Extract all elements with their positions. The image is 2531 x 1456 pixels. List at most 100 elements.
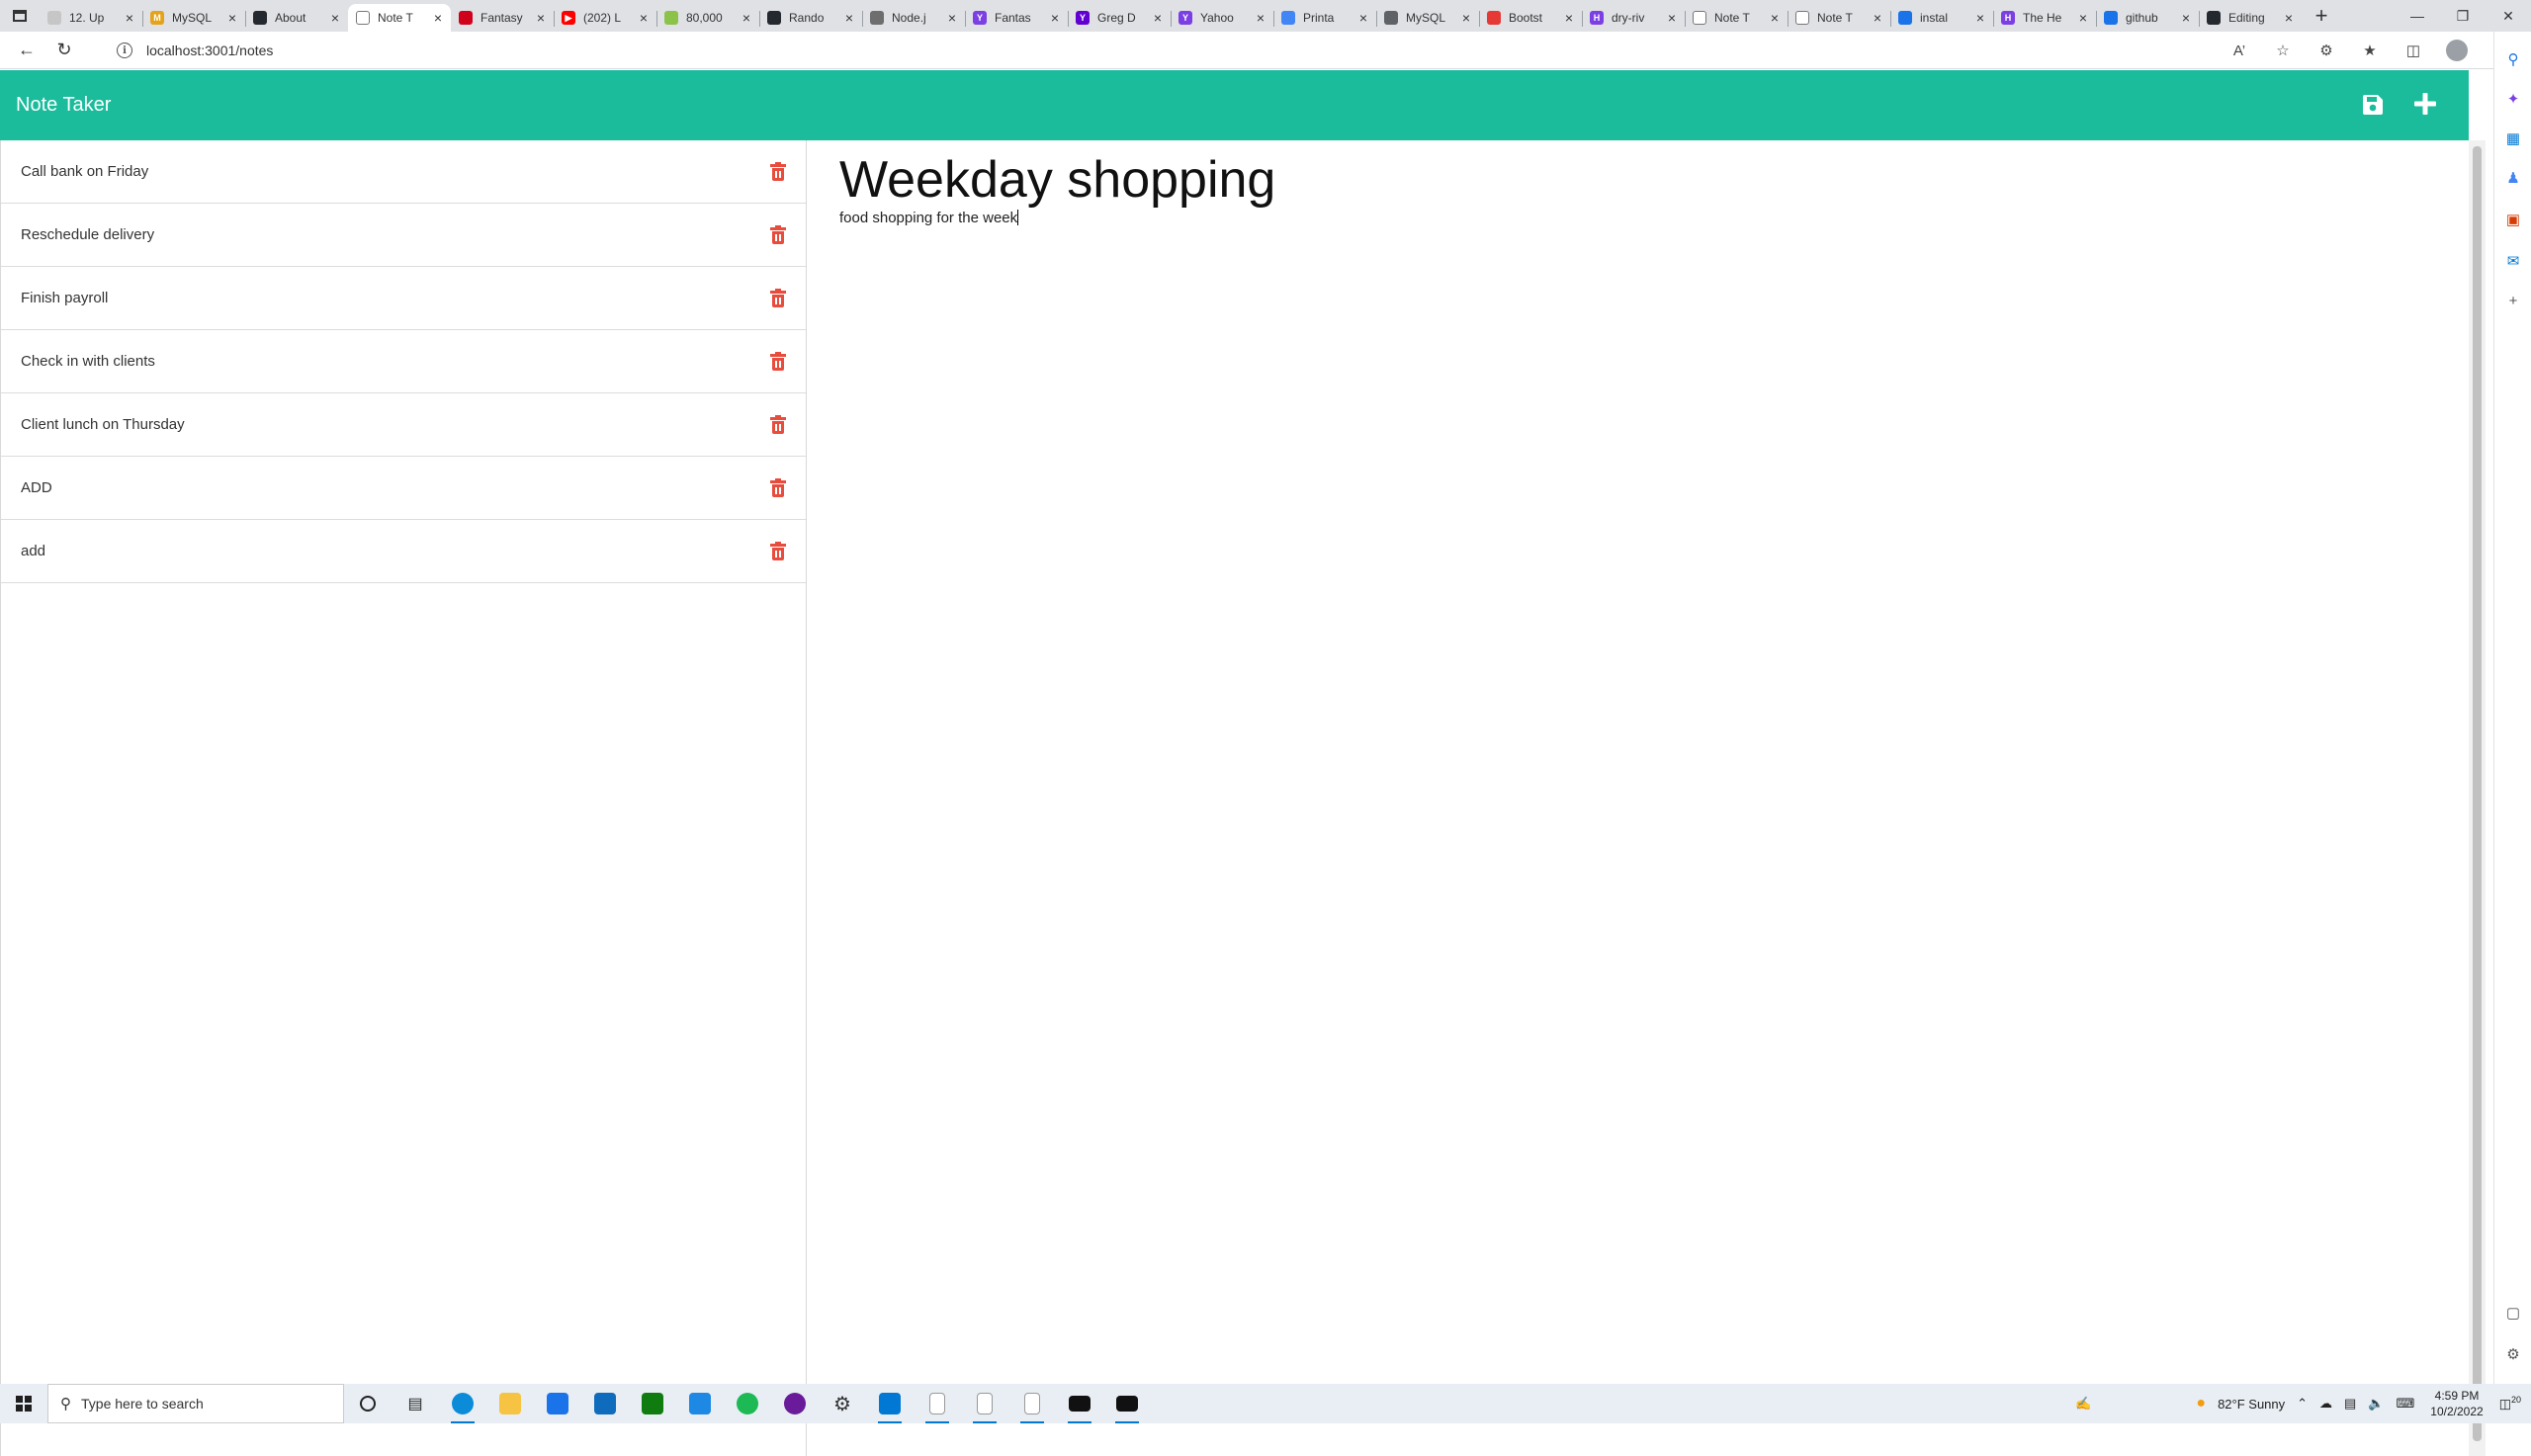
browser-tab[interactable]: 12. Up × (40, 4, 142, 32)
tray-overflow-icon[interactable]: ⌃ (2297, 1396, 2308, 1412)
file-explorer-icon[interactable] (486, 1384, 534, 1423)
scrollbar-thumb[interactable] (2473, 146, 2482, 1441)
new-note-icon[interactable] (2410, 89, 2440, 119)
note-text-area[interactable]: food shopping for the week (839, 210, 2421, 227)
note-list-item[interactable]: Finish payroll (1, 267, 806, 330)
clock[interactable]: 4:59 PM 10/2/2022 (2430, 1388, 2483, 1419)
tab-title[interactable]: MySQL (1406, 11, 1459, 25)
tab-title[interactable]: 12. Up (69, 11, 123, 25)
file-icon[interactable] (914, 1384, 961, 1423)
delete-note-icon[interactable] (770, 351, 786, 372)
note-list-item[interactable]: Check in with clients (1, 330, 806, 393)
sidebar-layout-icon[interactable]: ▢ (2503, 1303, 2523, 1323)
note-list-item-title[interactable]: ADD (21, 479, 52, 496)
close-tab-icon[interactable]: × (1665, 11, 1679, 25)
address-bar[interactable]: i localhost:3001/notes (103, 36, 2268, 65)
browser-tab[interactable]: Note T × (1685, 4, 1788, 32)
browser-tab[interactable]: Editing × (2199, 4, 2302, 32)
browser-tab[interactable]: H The He × (1993, 4, 2096, 32)
browser-tab[interactable]: github × (2096, 4, 2199, 32)
tab-title[interactable]: Rando (789, 11, 842, 25)
add-sidebar-app-icon[interactable]: + (2503, 291, 2523, 310)
save-note-icon[interactable] (2359, 91, 2387, 119)
minimize-button[interactable]: — (2395, 0, 2440, 32)
delete-note-icon[interactable] (770, 477, 786, 498)
browser-tab[interactable]: Y Yahoo × (1171, 4, 1273, 32)
spotify-icon[interactable] (724, 1384, 771, 1423)
app-icon[interactable] (676, 1384, 724, 1423)
browser-tab[interactable]: M MySQL × (142, 4, 245, 32)
notifications-icon[interactable]: ◫20 (2499, 1395, 2521, 1412)
note-list-item-title[interactable]: Reschedule delivery (21, 226, 154, 243)
weather-icon[interactable]: ● (2196, 1395, 2206, 1413)
start-button[interactable] (0, 1384, 47, 1423)
back-button[interactable]: ← (10, 34, 44, 67)
browser-tab[interactable]: About × (245, 4, 348, 32)
close-tab-icon[interactable]: × (1768, 11, 1782, 25)
tab-title[interactable]: Printa (1303, 11, 1356, 25)
browser-tab[interactable]: instal × (1890, 4, 1993, 32)
info-icon[interactable]: i (117, 43, 132, 58)
close-tab-icon[interactable]: × (842, 11, 856, 25)
note-list-item-title[interactable]: Finish payroll (21, 290, 108, 306)
favorites-icon[interactable]: ★ (2355, 36, 2385, 65)
tab-title[interactable]: Fantas (995, 11, 1048, 25)
outlook-icon[interactable]: ✉ (2503, 251, 2523, 271)
tab-title[interactable]: About (275, 11, 328, 25)
network-icon[interactable]: ▤ (2344, 1396, 2356, 1412)
restore-button[interactable]: ❐ (2440, 0, 2486, 32)
tab-title[interactable]: Node.j (892, 11, 945, 25)
close-tab-icon[interactable]: × (637, 11, 651, 25)
edge-taskbar-icon[interactable] (439, 1384, 486, 1423)
store-icon[interactable] (534, 1384, 581, 1423)
games-icon[interactable]: ♟ (2503, 168, 2523, 188)
close-tab-icon[interactable]: × (1871, 11, 1884, 25)
settings-app-icon[interactable]: ⚙ (819, 1384, 866, 1423)
close-tab-icon[interactable]: × (431, 11, 445, 25)
browser-tab[interactable]: Fantasy × (451, 4, 554, 32)
search-icon[interactable]: ⚲ (2503, 49, 2523, 69)
close-tab-icon[interactable]: × (945, 11, 959, 25)
settings-icon[interactable]: ⚙ (2503, 1344, 2523, 1364)
close-tab-icon[interactable]: × (1562, 11, 1576, 25)
close-tab-icon[interactable]: × (1254, 11, 1267, 25)
delete-note-icon[interactable] (770, 161, 786, 182)
read-aloud-icon[interactable]: A’ (2225, 36, 2254, 65)
tab-title[interactable]: Fantasy (480, 11, 534, 25)
tab-title[interactable]: (202) L (583, 11, 637, 25)
delete-note-icon[interactable] (770, 414, 786, 435)
note-title-input[interactable]: Weekday shopping (839, 150, 2421, 210)
close-tab-icon[interactable]: × (1151, 11, 1165, 25)
tab-title[interactable]: 80,000 (686, 11, 740, 25)
collections-icon[interactable]: ◫ (2399, 36, 2428, 65)
add-favorite-icon[interactable]: ☆ (2268, 36, 2298, 65)
tab-title[interactable]: instal (1920, 11, 1973, 25)
note-text[interactable]: food shopping for the week (839, 210, 1019, 226)
new-tab-button[interactable]: + (2306, 0, 2337, 32)
browser-tab[interactable]: Rando × (759, 4, 862, 32)
browser-tab[interactable]: Bootst × (1479, 4, 1582, 32)
close-window-button[interactable]: ✕ (2486, 0, 2531, 32)
browser-tab[interactable]: Y Greg D × (1068, 4, 1171, 32)
search-placeholder[interactable]: Type here to search (81, 1396, 204, 1412)
pen-icon[interactable]: ✍ (2075, 1396, 2091, 1412)
page-scrollbar[interactable] (2469, 140, 2486, 1456)
browser-tab[interactable]: Node.j × (862, 4, 965, 32)
delete-note-icon[interactable] (770, 541, 786, 561)
tab-title[interactable]: Note T (1817, 11, 1871, 25)
tab-title[interactable]: MySQL (172, 11, 225, 25)
office-icon[interactable]: ▣ (2503, 210, 2523, 229)
extensions-icon[interactable]: ⚙ (2312, 36, 2341, 65)
terminal-icon[interactable] (1103, 1384, 1151, 1423)
terminal-icon[interactable] (1056, 1384, 1103, 1423)
note-list-item-title[interactable]: Call bank on Friday (21, 163, 148, 180)
volume-icon[interactable]: 🔈 (2368, 1396, 2384, 1412)
browser-tab[interactable]: Printa × (1273, 4, 1376, 32)
close-tab-icon[interactable]: × (328, 11, 342, 25)
browser-tab[interactable]: Note T × (1788, 4, 1890, 32)
file-icon[interactable] (961, 1384, 1008, 1423)
tab-title[interactable]: Editing (2228, 11, 2282, 25)
media-app-icon[interactable] (771, 1384, 819, 1423)
xbox-icon[interactable] (629, 1384, 676, 1423)
delete-note-icon[interactable] (770, 288, 786, 308)
